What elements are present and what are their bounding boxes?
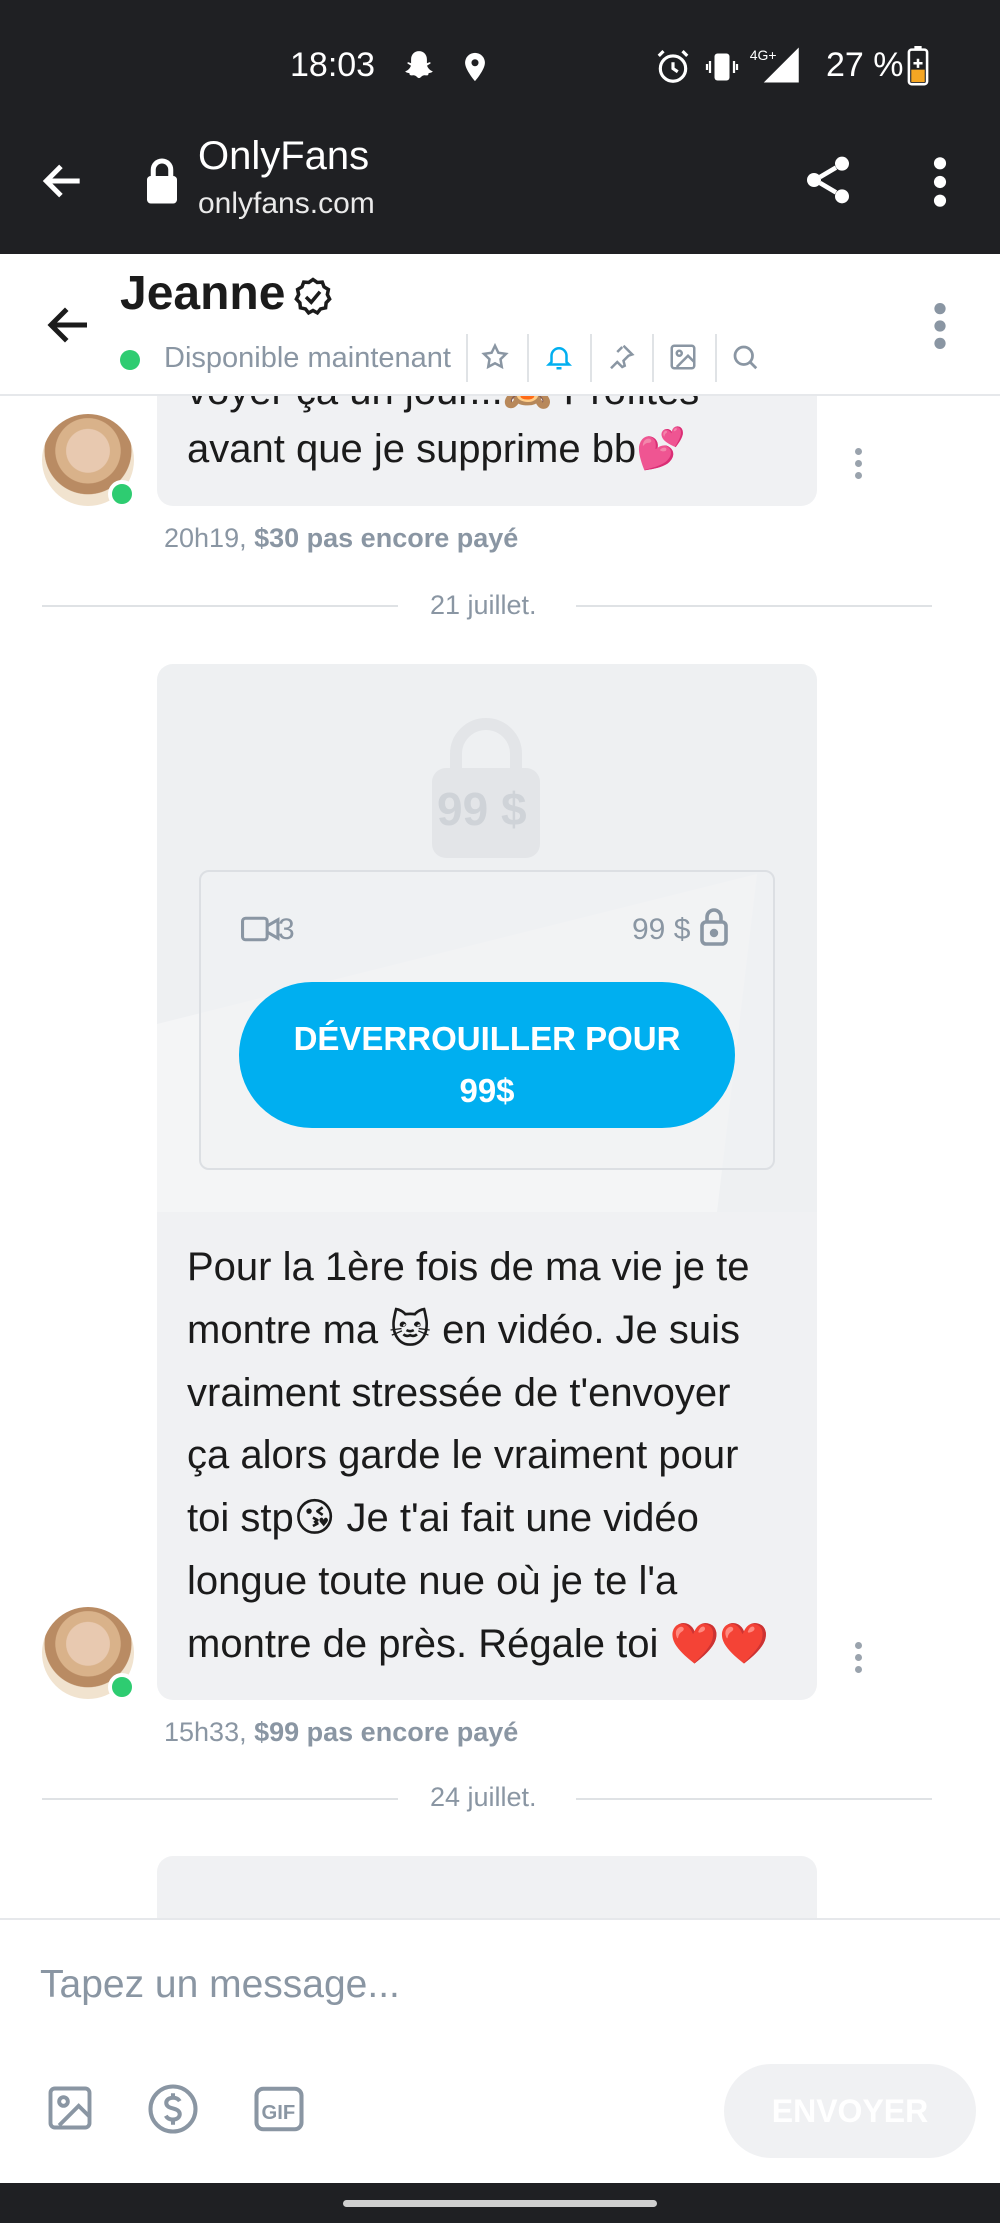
avatar[interactable] — [42, 1607, 136, 1701]
network-type-label: 4G+ — [750, 47, 777, 63]
locked-price-large: 99 $ — [437, 783, 527, 835]
message-text-line: Pour la 1ère fois de ma vie je te — [187, 1245, 750, 1289]
message-meta: 15h33, $99 pas encore payé — [164, 1717, 518, 1748]
online-status-dot — [120, 350, 140, 370]
lock-icon — [142, 156, 182, 211]
message-text-line: montre ma 🐱 en vidéo. Je suis — [187, 1308, 741, 1352]
image-attach-icon[interactable] — [44, 2082, 96, 2139]
message-time: 20h19, — [164, 523, 247, 553]
browser-menu-icon[interactable] — [928, 154, 952, 215]
share-icon[interactable] — [800, 150, 856, 215]
message-text-line: avant que je supprime bb💕 — [187, 427, 686, 471]
chat-back-icon[interactable] — [42, 298, 96, 357]
video-icon — [241, 912, 281, 951]
browser-toolbar: OnlyFans onlyfans.com — [0, 130, 1000, 254]
snapchat-icon — [400, 48, 438, 91]
message-input[interactable] — [40, 1950, 940, 2020]
alarm-icon — [654, 48, 692, 91]
message-text-line: vraiment stressée de t'envoyer — [187, 1371, 731, 1415]
status-bar: 18:03 4G+ 27 % — [0, 0, 1000, 130]
battery-icon — [906, 46, 930, 91]
star-icon[interactable] — [480, 342, 510, 377]
price-status: $99 pas encore payé — [254, 1717, 519, 1747]
signal-icon: 4G+ — [748, 44, 804, 91]
gif-icon[interactable]: GIF — [252, 2082, 306, 2141]
vibrate-icon — [704, 48, 740, 91]
chat-header: Jeanne Disponible maintenant — [0, 254, 1000, 396]
send-button[interactable]: ENVOYER — [724, 2064, 976, 2158]
battery-percent: 27 % — [826, 46, 904, 84]
date-divider: 21 juillet. — [430, 590, 537, 620]
gallery-icon[interactable] — [668, 342, 698, 377]
bell-icon[interactable] — [544, 342, 574, 377]
online-indicator — [108, 1673, 136, 1701]
browser-url[interactable]: onlyfans.com — [198, 187, 375, 221]
avatar[interactable] — [42, 414, 136, 508]
verified-badge-icon — [292, 276, 334, 323]
message-text-line: longue toute nue où je te l'a — [187, 1559, 678, 1603]
system-nav-bar — [0, 2183, 1000, 2223]
gif-label: GIF — [261, 2102, 295, 2124]
price-status: $30 pas encore payé — [254, 523, 519, 553]
video-count: 3 — [278, 913, 295, 946]
tip-dollar-icon[interactable] — [146, 2082, 200, 2141]
message-options-icon[interactable] — [855, 1642, 863, 1678]
unlock-label-line1: DÉVERROUILLER POUR — [293, 1020, 681, 1057]
availability-status: Disponible maintenant — [164, 342, 451, 374]
pin-icon[interactable] — [606, 342, 636, 377]
message-meta: 20h19, $30 pas encore payé — [164, 523, 518, 554]
online-indicator — [108, 480, 136, 508]
location-icon — [458, 48, 492, 91]
message-options-icon[interactable] — [855, 448, 863, 484]
card-price: 99 $ — [632, 913, 691, 946]
browser-back-icon[interactable] — [38, 156, 88, 211]
chat-menu-icon[interactable] — [930, 300, 950, 357]
status-time: 18:03 — [290, 46, 376, 84]
contact-name[interactable]: Jeanne — [120, 266, 285, 321]
lock-small-icon — [698, 906, 730, 951]
unlock-label-line2: 99$ — [459, 1072, 515, 1109]
message-text-line: montre de près. Régale toi ❤️❤️ — [187, 1622, 770, 1666]
message-text-line: ça alors garde le vraiment pour — [187, 1433, 739, 1477]
message-text-line: toi stp😘 Je t'ai fait une vidéo — [187, 1496, 699, 1540]
home-gesture-handle[interactable] — [343, 2200, 657, 2207]
browser-page-title: OnlyFans — [198, 134, 370, 178]
date-divider: 24 juillet. — [430, 1782, 537, 1812]
unlock-button[interactable]: DÉVERROUILLER POUR 99$ — [239, 982, 735, 1128]
message-time: 15h33, — [164, 1717, 247, 1747]
message-composer: GIF ENVOYER — [0, 1918, 1000, 2183]
search-icon[interactable] — [730, 342, 760, 377]
